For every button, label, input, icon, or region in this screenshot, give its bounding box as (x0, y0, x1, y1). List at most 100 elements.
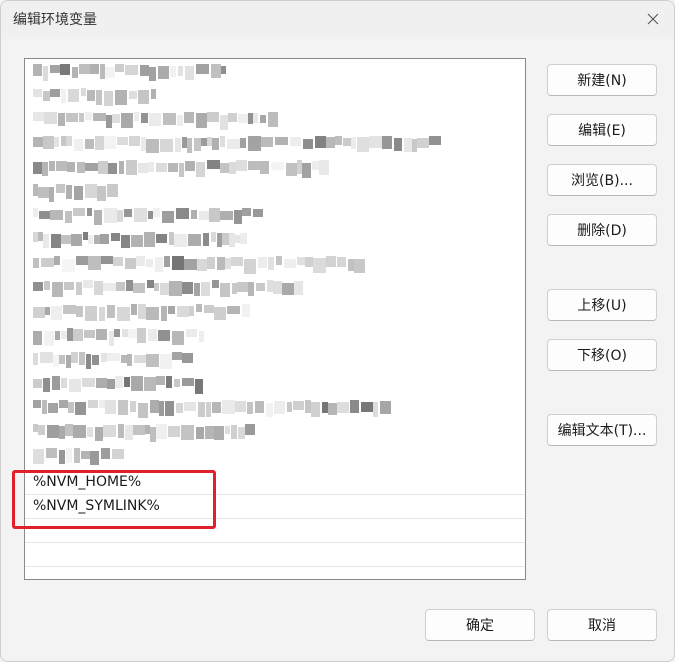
redacted-list-item[interactable] (25, 59, 525, 83)
browse-button[interactable]: 浏览(B)... (547, 164, 657, 196)
pixelated-block (221, 66, 226, 74)
pixelated-block (125, 258, 136, 269)
redacted-list-item[interactable] (25, 395, 525, 419)
delete-button[interactable]: 删除(D) (547, 214, 657, 246)
new-button[interactable]: 新建(N) (547, 64, 657, 96)
empty-list-row[interactable] (25, 519, 525, 543)
pixelated-block (174, 234, 187, 247)
pixelated-block (133, 425, 145, 435)
pixelated-block (238, 114, 248, 123)
pixelated-block (161, 306, 167, 321)
ok-button[interactable]: 确定 (425, 609, 535, 641)
pixelated-block (94, 281, 103, 295)
redacted-list-item[interactable] (25, 371, 525, 395)
pixelated-block (201, 282, 210, 296)
pixelated-block (33, 353, 38, 365)
pixelated-block (56, 161, 67, 171)
pixelated-block (394, 138, 402, 151)
pixelated-block (46, 448, 57, 458)
pixelated-block (166, 376, 172, 388)
pixelated-block (305, 257, 313, 267)
pixelated-block (275, 137, 288, 145)
pixelated-block (165, 401, 174, 416)
pixelated-block (131, 376, 143, 391)
pixelated-block (63, 305, 76, 314)
pixelated-block (144, 377, 156, 391)
move-up-button[interactable]: 上移(U) (547, 289, 657, 321)
pixelated-block (214, 426, 224, 440)
pixelated-block (176, 208, 189, 219)
pixelated-block (184, 402, 196, 411)
empty-list-row[interactable] (25, 567, 525, 579)
pixelated-block (128, 329, 137, 338)
redacted-list-item[interactable] (25, 83, 525, 107)
redacted-list-item[interactable] (25, 203, 525, 227)
redacted-list-item[interactable] (25, 299, 525, 323)
pixelated-block (84, 330, 95, 338)
pixelated-block (287, 402, 292, 412)
pixelated-block (197, 259, 207, 271)
list-item[interactable]: %NVM_SYMLINK% (25, 495, 525, 519)
redacted-list-item[interactable] (25, 347, 525, 371)
pixelated-block (137, 328, 146, 343)
pixelated-block (104, 208, 117, 223)
pixelated-block (61, 89, 66, 103)
pixelated-block (204, 305, 214, 313)
pixelated-block (222, 233, 229, 245)
edit-text-button[interactable]: 编辑文本(T)... (547, 414, 657, 446)
redacted-list-item[interactable] (25, 443, 525, 467)
redacted-list-item[interactable] (25, 419, 525, 443)
pixelated-block (312, 161, 319, 170)
pixelated-block (105, 400, 116, 414)
edit-button[interactable]: 编辑(E) (547, 114, 657, 146)
pixelated-block (100, 234, 109, 244)
redacted-list-item[interactable] (25, 275, 525, 299)
pixelated-block (172, 352, 182, 360)
redacted-list-item[interactable] (25, 107, 525, 131)
pixelated-block (148, 329, 157, 341)
pixelated-block (134, 355, 146, 363)
pixelated-block (156, 376, 165, 385)
pixelated-block (326, 256, 336, 267)
pixelated-block (185, 161, 195, 171)
list-item[interactable]: %NVM_HOME% (25, 471, 525, 495)
redacted-list-item[interactable] (25, 227, 525, 251)
pixelated-block (71, 234, 82, 246)
redacted-list-item[interactable] (25, 155, 525, 179)
redacted-list-item[interactable] (25, 131, 525, 155)
pixelated-block (404, 138, 412, 152)
empty-list-row[interactable] (25, 543, 525, 567)
pixelated-block (227, 139, 240, 149)
move-down-button[interactable]: 下移(O) (547, 339, 657, 371)
pixelated-block (112, 114, 120, 123)
redacted-list-item[interactable] (25, 323, 525, 347)
redacted-list-item[interactable] (25, 179, 525, 203)
pixelated-block (350, 400, 359, 413)
pixelated-block (170, 66, 176, 77)
pixelated-block (101, 256, 113, 264)
pixelated-block (88, 400, 98, 408)
close-button[interactable] (638, 5, 668, 33)
pixelated-block (266, 403, 273, 417)
cancel-button[interactable]: 取消 (547, 609, 657, 641)
pixelated-block (212, 402, 221, 413)
pixelated-block (207, 257, 215, 269)
pixelated-block (156, 234, 167, 243)
redacted-list-item[interactable] (25, 251, 525, 275)
pixelated-block (85, 163, 98, 171)
pixelated-block (245, 424, 255, 435)
pixelated-block (50, 89, 60, 97)
pixelated-block (66, 448, 72, 463)
pixelated-block (196, 162, 205, 177)
pixelated-block (95, 136, 104, 150)
pixelated-block (158, 330, 170, 341)
pixelated-block (117, 307, 130, 321)
pixelated-block (168, 426, 180, 437)
path-entries-list[interactable]: %NVM_HOME% %NVM_SYMLINK% (24, 58, 526, 580)
pixelated-block (186, 329, 197, 337)
pixelated-block (184, 259, 197, 270)
pixelated-block (38, 187, 49, 198)
pixelated-block (182, 282, 193, 294)
pixelated-block (33, 64, 42, 76)
pixelated-block (44, 112, 57, 124)
